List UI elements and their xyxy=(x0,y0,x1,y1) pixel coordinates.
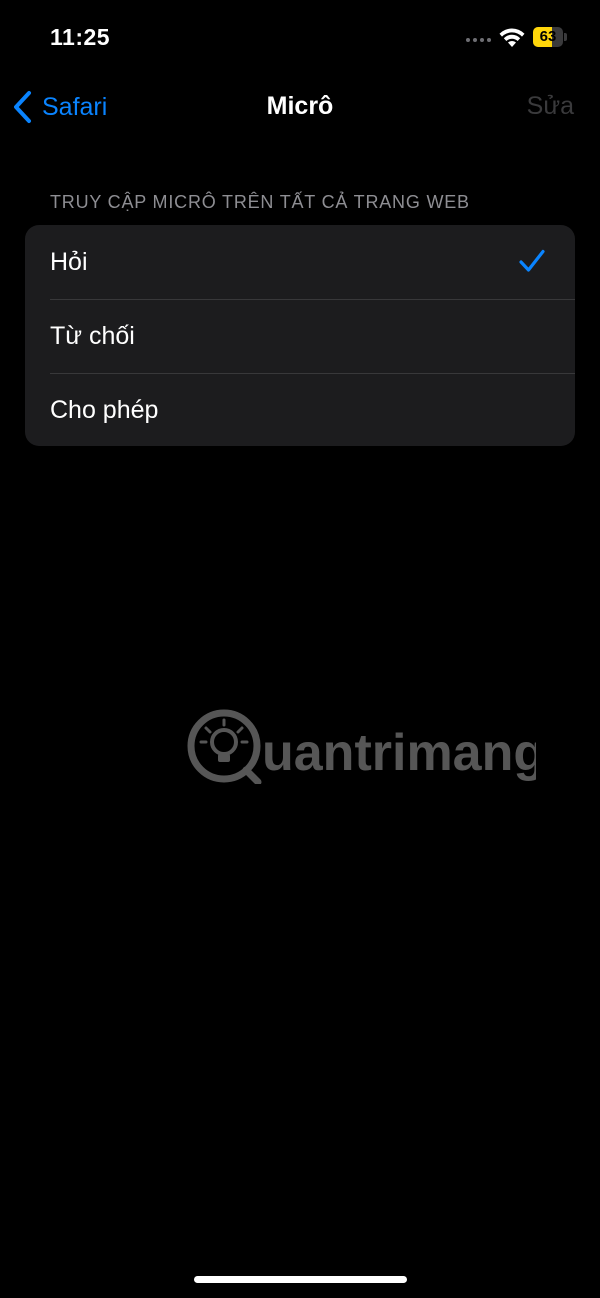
edit-button[interactable]: Sửa xyxy=(527,92,574,121)
option-label: Từ chối xyxy=(50,321,135,350)
option-deny[interactable]: Từ chối xyxy=(25,299,575,373)
status-bar: 11:25 63 xyxy=(0,0,600,70)
battery-icon: 63 xyxy=(533,27,567,47)
navigation-bar: Safari Micrô Sửa xyxy=(0,80,600,134)
wifi-icon xyxy=(499,28,525,47)
section-header: TRUY CẬP MICRÔ TRÊN TẤT CẢ TRANG WEB xyxy=(50,192,470,212)
option-allow[interactable]: Cho phép xyxy=(25,373,575,446)
home-indicator xyxy=(194,1276,407,1283)
watermark-logo: uantrimang xyxy=(186,708,536,784)
option-label: Cho phép xyxy=(50,395,159,424)
options-group: Hỏi Từ chối Cho phép xyxy=(25,225,575,446)
lightbulb-icon: uantrimang xyxy=(187,709,536,784)
status-time: 11:25 xyxy=(50,24,111,50)
watermark-text: uantrimang xyxy=(262,724,536,782)
page-title: Micrô xyxy=(266,92,334,120)
option-label: Hỏi xyxy=(50,247,88,276)
checkmark-icon xyxy=(519,249,545,272)
battery-level: 63 xyxy=(539,28,557,45)
cellular-signal-icon xyxy=(466,38,491,42)
option-ask[interactable]: Hỏi xyxy=(25,225,575,299)
